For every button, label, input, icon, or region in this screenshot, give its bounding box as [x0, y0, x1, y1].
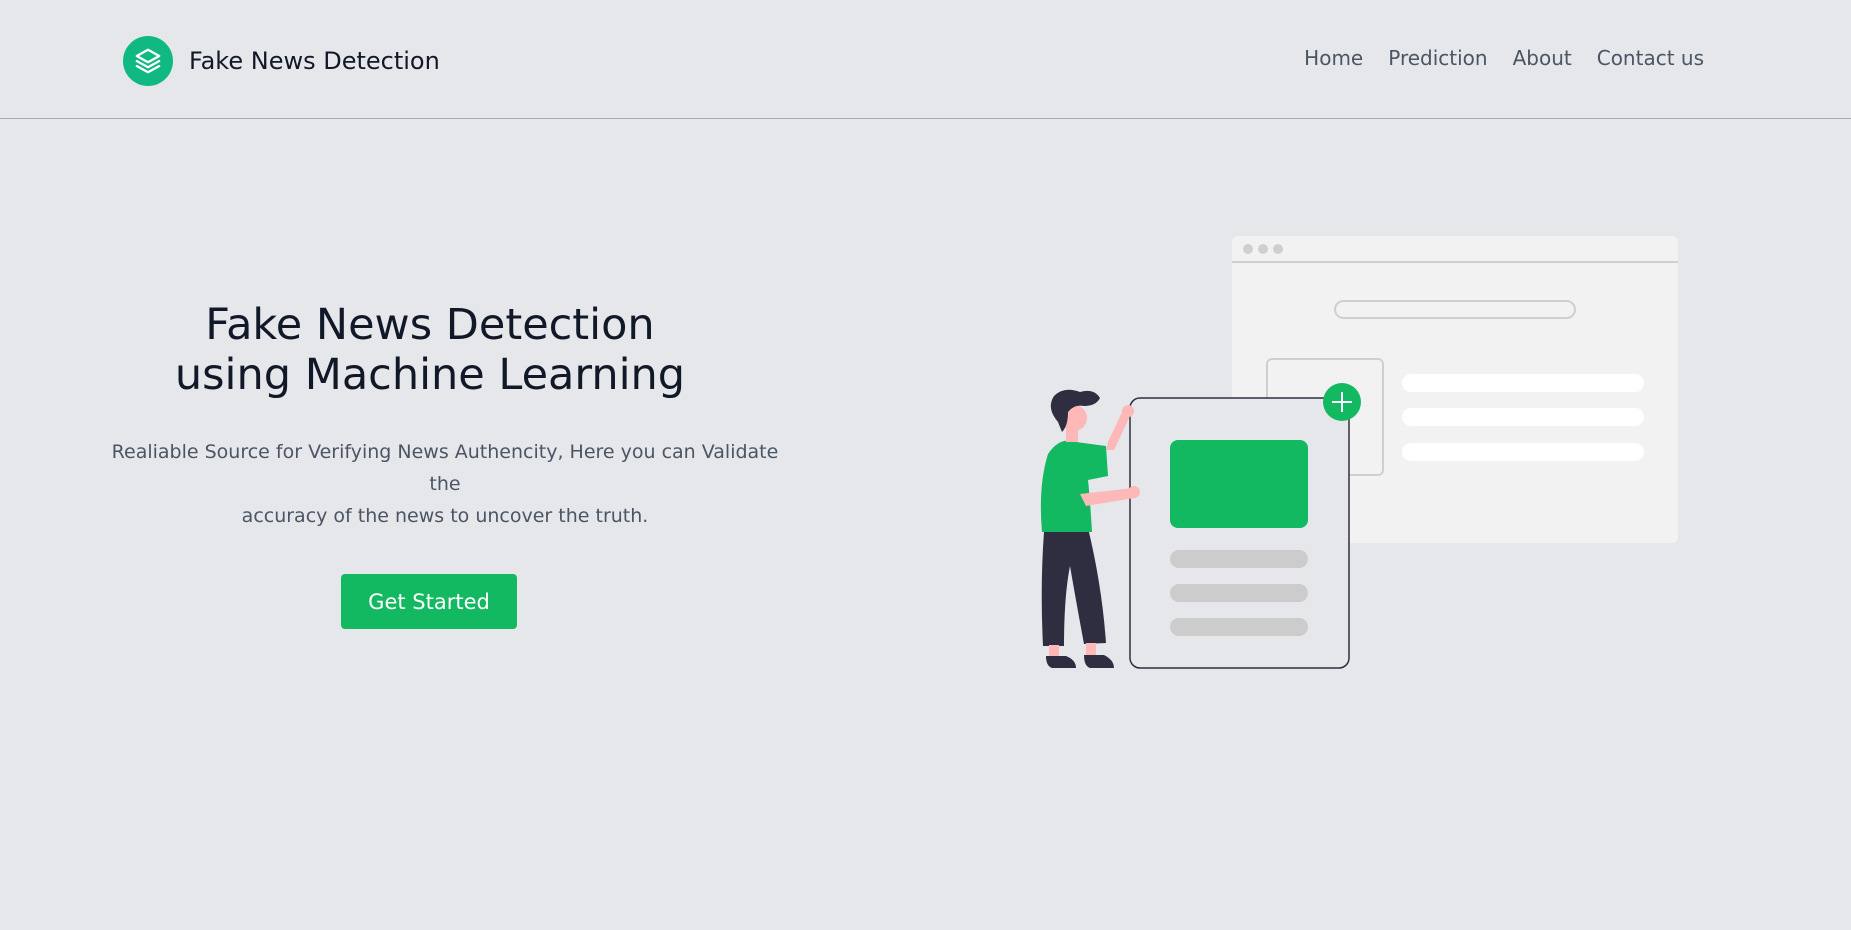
get-started-button[interactable]: Get Started: [341, 574, 517, 629]
site-header: Fake News Detection Home Prediction Abou…: [0, 0, 1851, 119]
main-nav: Home Prediction About Contact us: [1304, 46, 1704, 70]
hero-section: Fake News Detection using Machine Learni…: [100, 300, 790, 629]
layers-icon: [123, 36, 173, 86]
hero-title: Fake News Detection using Machine Learni…: [70, 300, 790, 400]
hero-illustration-svg: [1040, 236, 1678, 669]
hero-illustration: [1030, 236, 1680, 676]
nav-about[interactable]: About: [1513, 46, 1572, 70]
hero-title-line2: using Machine Learning: [174, 350, 686, 400]
hero-subtitle-line1: Realiable Source for Verifying News Auth…: [111, 441, 779, 495]
nav-contact-us[interactable]: Contact us: [1597, 46, 1704, 70]
person-graphic: [1040, 389, 1140, 668]
brand-name: Fake News Detection: [189, 47, 440, 75]
nav-home[interactable]: Home: [1304, 46, 1363, 70]
hero-subtitle-line2: accuracy of the news to uncover the trut…: [241, 505, 649, 527]
document-card-graphic: [1129, 397, 1350, 669]
hero-title-line1: Fake News Detection: [205, 300, 655, 350]
nav-prediction[interactable]: Prediction: [1388, 46, 1487, 70]
hero-subtitle: Realiable Source for Verifying News Auth…: [100, 436, 790, 532]
brand[interactable]: Fake News Detection: [123, 36, 440, 86]
plus-icon: [1323, 383, 1361, 421]
